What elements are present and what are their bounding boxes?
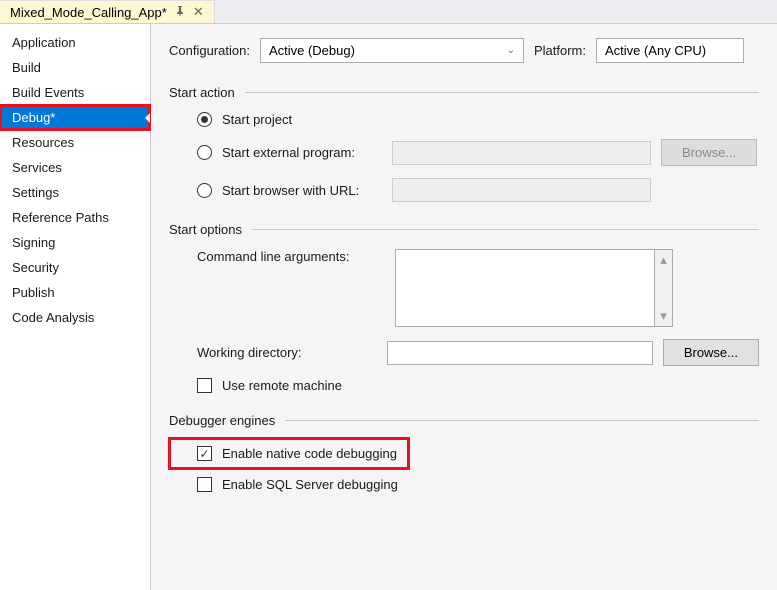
sidebar-item-application[interactable]: Application (0, 30, 150, 55)
divider (245, 92, 759, 93)
sidebar-item-resources[interactable]: Resources (0, 130, 150, 155)
platform-value: Active (Any CPU) (605, 43, 706, 58)
use-remote-checkbox[interactable] (197, 378, 212, 393)
browse-button[interactable]: Browse... (663, 339, 759, 366)
pin-icon[interactable] (175, 6, 185, 19)
sidebar-item-services[interactable]: Services (0, 155, 150, 180)
enable-native-highlight: Enable native code debugging (171, 440, 407, 467)
sidebar-item-build-events[interactable]: Build Events (0, 80, 150, 105)
sidebar-item-publish[interactable]: Publish (0, 280, 150, 305)
cmd-args-textarea[interactable] (395, 249, 655, 327)
start-project-label: Start project (222, 112, 292, 127)
start-project-radio[interactable] (197, 112, 212, 127)
start-external-radio[interactable] (197, 145, 212, 160)
sidebar-item-build[interactable]: Build (0, 55, 150, 80)
configuration-value: Active (Debug) (269, 43, 355, 58)
platform-label: Platform: (534, 43, 586, 58)
sidebar-item-code-analysis[interactable]: Code Analysis (0, 305, 150, 330)
sidebar-item-reference-paths[interactable]: Reference Paths (0, 205, 150, 230)
document-tab[interactable]: Mixed_Mode_Calling_App* ✕ (0, 0, 215, 23)
tab-bar: Mixed_Mode_Calling_App* ✕ (0, 0, 777, 24)
configuration-dropdown[interactable]: Active (Debug) ⌄ (260, 38, 524, 63)
scrollbar[interactable]: ▴▾ (655, 249, 673, 327)
start-external-label: Start external program: (222, 145, 382, 160)
browser-url-input[interactable] (392, 178, 651, 202)
chevron-down-icon: ⌄ (507, 45, 515, 56)
enable-native-label: Enable native code debugging (222, 446, 397, 461)
sidebar-item-security[interactable]: Security (0, 255, 150, 280)
external-program-input[interactable] (392, 141, 651, 165)
enable-native-checkbox[interactable] (197, 446, 212, 461)
start-options-section: Start options Command line arguments: ▴▾… (169, 222, 759, 393)
content-pane: Configuration: Active (Debug) ⌄ Platform… (151, 24, 777, 590)
configuration-label: Configuration: (169, 43, 250, 58)
sidebar-item-signing[interactable]: Signing (0, 230, 150, 255)
start-browser-radio[interactable] (197, 183, 212, 198)
cmd-args-label: Command line arguments: (197, 249, 385, 264)
start-browser-label: Start browser with URL: (222, 183, 382, 198)
start-action-section: Start action Start project Start externa… (169, 85, 759, 202)
browse-button[interactable]: Browse... (661, 139, 757, 166)
section-title: Start action (169, 85, 235, 100)
section-title: Debugger engines (169, 413, 275, 428)
working-dir-input[interactable] (387, 341, 653, 365)
divider (252, 229, 759, 230)
working-dir-label: Working directory: (197, 345, 377, 360)
sidebar-item-debug[interactable]: Debug* (0, 105, 150, 130)
debugger-engines-section: Debugger engines Enable native code debu… (169, 413, 759, 492)
section-title: Start options (169, 222, 242, 237)
enable-sql-checkbox[interactable] (197, 477, 212, 492)
close-icon[interactable]: ✕ (193, 4, 204, 20)
tab-title: Mixed_Mode_Calling_App* (10, 5, 167, 20)
divider (285, 420, 759, 421)
sidebar: Application Build Build Events Debug* Re… (0, 24, 151, 590)
enable-sql-label: Enable SQL Server debugging (222, 477, 398, 492)
use-remote-label: Use remote machine (222, 378, 342, 393)
sidebar-item-settings[interactable]: Settings (0, 180, 150, 205)
platform-dropdown[interactable]: Active (Any CPU) (596, 38, 744, 63)
